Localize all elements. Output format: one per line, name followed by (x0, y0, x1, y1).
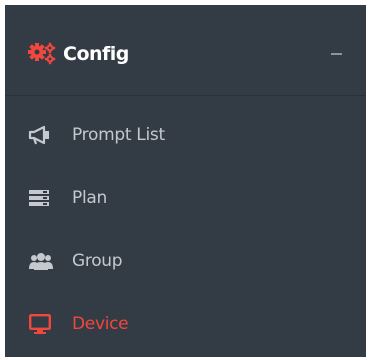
sidebar-panel: Config Prompt List Plan Group Device (5, 5, 366, 357)
sidebar-item-group[interactable]: Group (5, 229, 366, 293)
sidebar-item-plan[interactable]: Plan (5, 166, 366, 230)
server-icon (28, 186, 60, 210)
section-title: Config (63, 43, 129, 65)
megaphone-icon (28, 123, 60, 147)
sidebar-item-label: Device (72, 314, 129, 334)
gears-icon (27, 42, 63, 66)
sidebar-item-label: Prompt List (72, 125, 165, 145)
sidebar-item-label: Group (72, 251, 123, 271)
users-icon (28, 249, 60, 273)
sidebar-item-prompt-list[interactable]: Prompt List (5, 103, 366, 167)
collapse-icon[interactable] (328, 41, 346, 63)
sidebar-item-label: Plan (72, 188, 107, 208)
config-section-header[interactable]: Config (5, 5, 366, 96)
sidebar-item-device[interactable]: Device (5, 292, 366, 356)
desktop-icon (28, 312, 60, 336)
